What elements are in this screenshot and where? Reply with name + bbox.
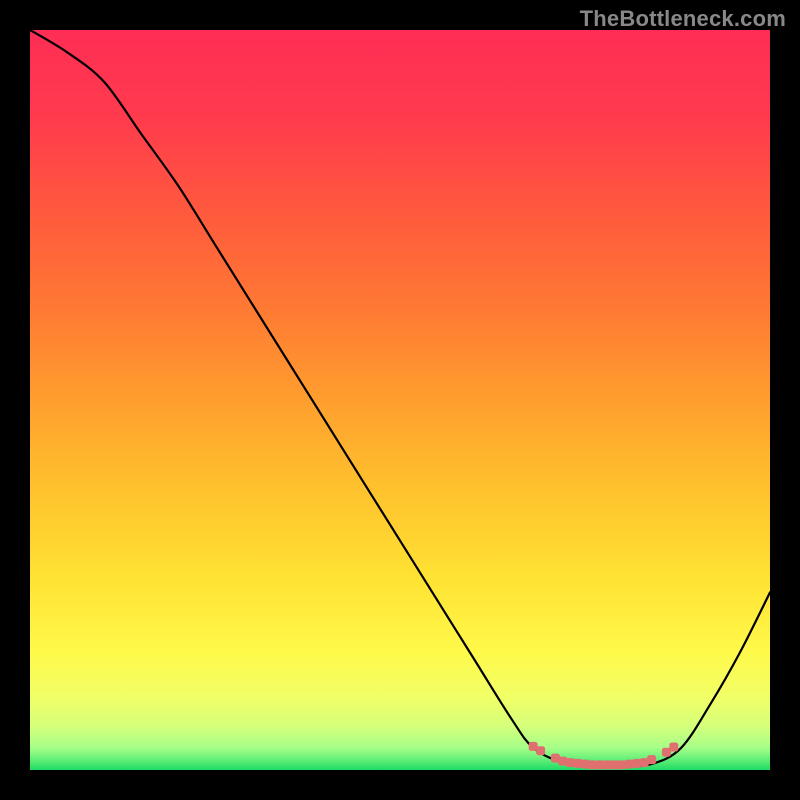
gradient-background xyxy=(30,30,770,770)
marker-point xyxy=(536,746,545,755)
marker-point xyxy=(669,743,678,752)
chart-svg xyxy=(30,30,770,770)
plot-area xyxy=(30,30,770,770)
chart-container: TheBottleneck.com xyxy=(0,0,800,800)
watermark-text: TheBottleneck.com xyxy=(580,6,786,32)
marker-point xyxy=(647,755,656,764)
